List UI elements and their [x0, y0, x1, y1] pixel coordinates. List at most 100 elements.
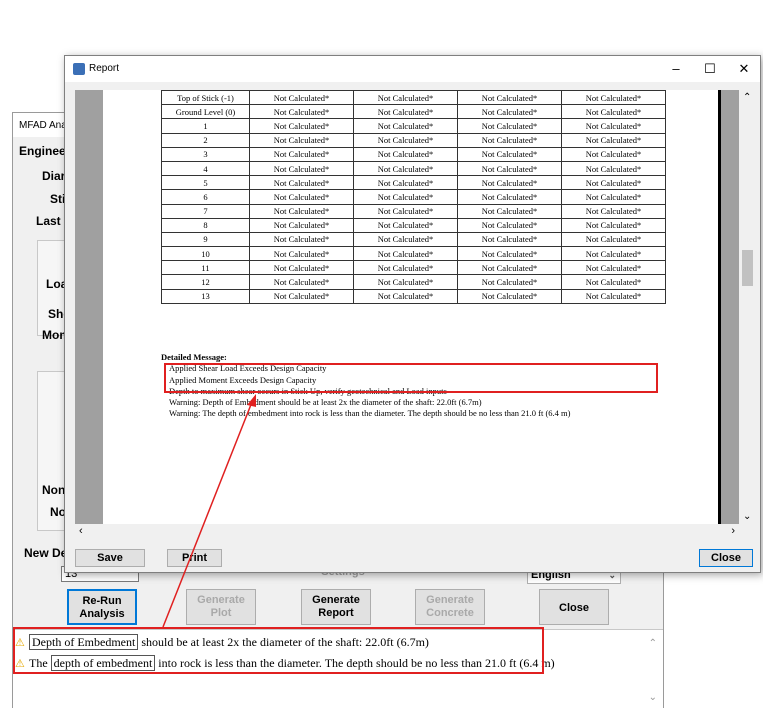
rerun-analysis-button[interactable]: Re-Run Analysis — [67, 589, 137, 625]
table-row: 7 Not Calculated* Not Calculated* Not Calcu… — [161, 203, 666, 219]
report-window: Report – ☐ ✕ Top of Stick (-1) Not Calcul… — [64, 55, 761, 573]
row-label: 7 — [161, 203, 250, 219]
table-row: 4 Not Calculated* Not Calculated* Not Calcu… — [161, 160, 666, 177]
table-cell: Not Calculated* — [353, 288, 458, 304]
table-cell: Not Calculated* — [353, 246, 458, 262]
bg-label-diameter: Diar — [42, 169, 66, 183]
close-icon[interactable]: ✕ — [729, 59, 759, 79]
scroll-down-icon[interactable]: ⌄ — [649, 692, 657, 703]
row-label: 6 — [161, 189, 250, 205]
row-label: 13 — [161, 288, 250, 304]
table-row: 12 Not Calculated* Not Calculated* Not Calc… — [161, 274, 666, 290]
row-label: 1 — [161, 118, 250, 134]
bg-label-engineer: Engineer — [19, 144, 71, 158]
scroll-left-icon[interactable]: ‹ — [79, 525, 83, 537]
table-cell: Not Calculated* — [457, 274, 562, 290]
row-label: 10 — [161, 246, 250, 262]
bg-label-non: Non — [42, 483, 66, 497]
report-close-button[interactable]: Close — [699, 549, 753, 567]
table-cell: Not Calculated* — [561, 132, 666, 148]
row-label: 2 — [161, 132, 250, 148]
table-cell: Not Calculated* — [561, 146, 666, 162]
table-cell: Not Calculated* — [249, 132, 354, 148]
row-label: 5 — [161, 175, 250, 191]
print-button[interactable]: Print — [167, 549, 222, 567]
generate-report-button[interactable]: Generate Report — [301, 589, 371, 625]
table-cell: Not Calculated* — [561, 189, 666, 205]
table-cell: Not Calculated* — [561, 274, 666, 290]
vertical-scrollbar[interactable]: ⌃ ⌄ — [739, 90, 756, 524]
table-cell: Not Calculated* — [249, 274, 354, 290]
table-cell: Not Calculated* — [457, 231, 562, 248]
report-titlebar[interactable]: Report – ☐ ✕ — [65, 56, 760, 82]
row-label: 8 — [161, 217, 250, 233]
scroll-down-icon[interactable]: ⌄ — [743, 511, 751, 522]
row-label: 3 — [161, 146, 250, 162]
table-cell: Not Calculated* — [353, 217, 458, 233]
report-viewer[interactable]: Top of Stick (-1) Not Calculated* Not Calc… — [75, 90, 739, 524]
table-cell: Not Calculated* — [561, 90, 666, 106]
table-cell: Not Calculated* — [249, 203, 354, 219]
table-cell: Not Calculated* — [249, 189, 354, 205]
maximize-icon[interactable]: ☐ — [695, 59, 725, 79]
table-cell: Not Calculated* — [249, 246, 354, 262]
table-cell: Not Calculated* — [457, 104, 562, 120]
table-cell: Not Calculated* — [457, 118, 562, 134]
table-cell: Not Calculated* — [457, 260, 562, 276]
row-label: 9 — [161, 231, 250, 248]
table-cell: Not Calculated* — [561, 203, 666, 219]
table-row: 3 Not Calculated* Not Calculated* Not Calcu… — [161, 146, 666, 162]
detail-warning-line: Warning: The depth of embedment into roc… — [169, 408, 571, 419]
table-cell: Not Calculated* — [457, 175, 562, 191]
table-row: 11 Not Calculated* Not Calculated* Not Calc… — [161, 260, 666, 276]
scroll-up-icon[interactable]: ⌃ — [649, 638, 657, 649]
table-cell: Not Calculated* — [249, 217, 354, 233]
table-row: 8 Not Calculated* Not Calculated* Not Calcu… — [161, 217, 666, 233]
generate-plot-button[interactable]: Generate Plot — [186, 589, 256, 625]
scroll-right-icon[interactable]: › — [731, 525, 735, 537]
table-row: 2 Not Calculated* Not Calculated* Not Calcu… — [161, 132, 666, 148]
save-button[interactable]: Save — [75, 549, 145, 567]
row-label: Ground Level (0) — [161, 104, 250, 120]
row-label: 4 — [161, 160, 250, 177]
scroll-up-icon[interactable]: ⌃ — [743, 92, 751, 103]
table-cell: Not Calculated* — [249, 118, 354, 134]
table-cell: Not Calculated* — [353, 132, 458, 148]
table-cell: Not Calculated* — [353, 90, 458, 106]
detail-warning-line: Warning: Depth of Embedment should be at… — [169, 397, 482, 408]
table-cell: Not Calculated* — [249, 90, 354, 106]
table-row: 1 Not Calculated* Not Calculated* Not Calcu… — [161, 118, 666, 134]
table-cell: Not Calculated* — [457, 132, 562, 148]
table-row: 9 Not Calculated* Not Calculated* Not Calcu… — [161, 231, 666, 248]
table-row: Top of Stick (-1) Not Calculated* Not Calc… — [161, 90, 666, 106]
results-table: Top of Stick (-1) Not Calculated* Not Calc… — [161, 90, 666, 304]
generate-concrete-button[interactable]: Generate Concrete — [415, 589, 485, 625]
scroll-thumb[interactable] — [742, 250, 753, 286]
table-row: 5 Not Calculated* Not Calculated* Not Calcu… — [161, 175, 666, 191]
row-label: 11 — [161, 260, 250, 276]
highlight-box-report-warnings — [164, 363, 658, 393]
highlight-box-app-warnings — [13, 627, 544, 674]
table-cell: Not Calculated* — [353, 203, 458, 219]
table-cell: Not Calculated* — [249, 231, 354, 248]
table-cell: Not Calculated* — [249, 104, 354, 120]
report-app-icon — [73, 63, 85, 75]
table-cell: Not Calculated* — [561, 118, 666, 134]
table-row: 13 Not Calculated* Not Calculated* Not Calc… — [161, 288, 666, 304]
table-cell: Not Calculated* — [353, 231, 458, 248]
table-row: 6 Not Calculated* Not Calculated* Not Calcu… — [161, 189, 666, 205]
table-cell: Not Calculated* — [561, 288, 666, 304]
table-cell: Not Calculated* — [457, 246, 562, 262]
table-cell: Not Calculated* — [561, 246, 666, 262]
table-cell: Not Calculated* — [561, 231, 666, 248]
row-label: 12 — [161, 274, 250, 290]
horizontal-scrollbar[interactable]: ‹ › — [75, 524, 739, 541]
table-cell: Not Calculated* — [561, 104, 666, 120]
table-cell: Not Calculated* — [353, 104, 458, 120]
table-cell: Not Calculated* — [457, 217, 562, 233]
detailed-message-heading: Detailed Message: — [161, 352, 227, 362]
table-cell: Not Calculated* — [249, 146, 354, 162]
close-button[interactable]: Close — [539, 589, 609, 625]
table-cell: Not Calculated* — [457, 90, 562, 106]
minimize-icon[interactable]: – — [661, 59, 691, 79]
